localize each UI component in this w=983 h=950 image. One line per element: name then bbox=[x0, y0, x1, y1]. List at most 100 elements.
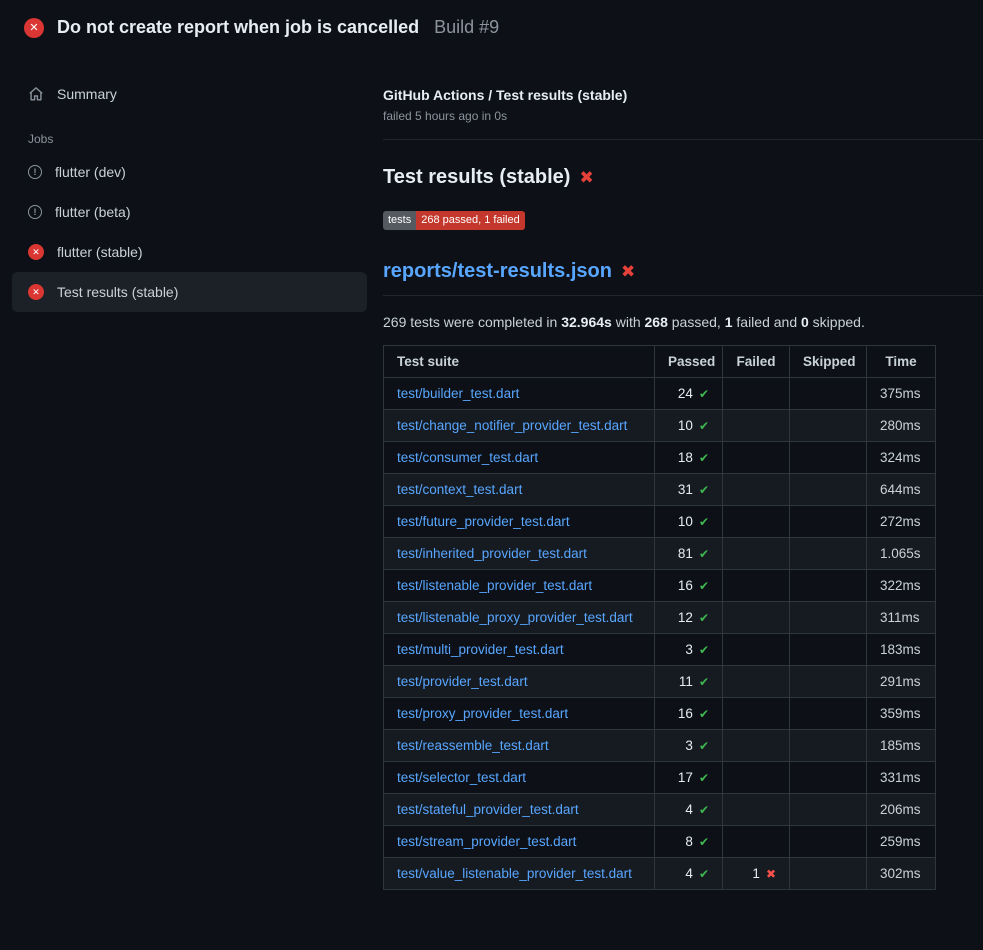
job-label: flutter (beta) bbox=[55, 204, 130, 220]
failed-cell: ✖ bbox=[723, 442, 790, 474]
suite-link[interactable]: test/reassemble_test.dart bbox=[397, 738, 549, 753]
suite-link[interactable]: test/listenable_proxy_provider_test.dart bbox=[397, 610, 633, 625]
skipped-cell bbox=[790, 730, 867, 762]
check-icon: ✔ bbox=[699, 867, 709, 881]
column-header-passed: Passed bbox=[655, 346, 723, 378]
table-row: test/change_notifier_provider_test.dart … bbox=[384, 410, 936, 442]
passed-cell: 3✔ bbox=[655, 634, 723, 666]
suite-link[interactable]: test/multi_provider_test.dart bbox=[397, 642, 564, 657]
check-icon: ✔ bbox=[699, 771, 709, 785]
passed-cell: 4✔ bbox=[655, 858, 723, 890]
time-cell: 302ms bbox=[867, 858, 936, 890]
table-row: test/stateful_provider_test.dart 4✔ ✖ 20… bbox=[384, 794, 936, 826]
suite-link[interactable]: test/selector_test.dart bbox=[397, 770, 526, 785]
page-header: ✕ Do not create report when job is cance… bbox=[0, 0, 983, 52]
failed-cell: ✖ bbox=[723, 474, 790, 506]
suite-link[interactable]: test/stateful_provider_test.dart bbox=[397, 802, 579, 817]
check-icon: ✔ bbox=[699, 675, 709, 689]
suite-link[interactable]: test/listenable_provider_test.dart bbox=[397, 578, 592, 593]
skipped-cell bbox=[790, 602, 867, 634]
suite-link[interactable]: test/future_provider_test.dart bbox=[397, 514, 570, 529]
failed-cell: ✖ bbox=[723, 634, 790, 666]
suite-link[interactable]: test/builder_test.dart bbox=[397, 386, 519, 401]
run-meta: failed 5 hours ago in 0s bbox=[383, 109, 983, 123]
tests-badge: tests 268 passed, 1 failed bbox=[383, 211, 525, 230]
build-number: Build #9 bbox=[434, 17, 499, 38]
skipped-cell bbox=[790, 762, 867, 794]
table-row: test/multi_provider_test.dart 3✔ ✖ 183ms bbox=[384, 634, 936, 666]
check-icon: ✔ bbox=[699, 803, 709, 817]
passed-cell: 17✔ bbox=[655, 762, 723, 794]
suite-link[interactable]: test/context_test.dart bbox=[397, 482, 522, 497]
table-row: test/inherited_provider_test.dart 81✔ ✖ … bbox=[384, 538, 936, 570]
check-icon: ✔ bbox=[699, 419, 709, 433]
suite-link[interactable]: test/provider_test.dart bbox=[397, 674, 528, 689]
suite-link[interactable]: test/value_listenable_provider_test.dart bbox=[397, 866, 632, 881]
skipped-cell bbox=[790, 570, 867, 602]
summary-duration: 32.964s bbox=[561, 314, 612, 330]
section-title-text: Test results (stable) bbox=[383, 166, 570, 189]
section-title: Test results (stable) ✖ bbox=[383, 166, 983, 189]
skipped-cell bbox=[790, 442, 867, 474]
failed-cell: ✖ bbox=[723, 698, 790, 730]
check-icon: ✔ bbox=[699, 451, 709, 465]
time-cell: 311ms bbox=[867, 602, 936, 634]
badge-label: tests bbox=[383, 211, 416, 230]
skipped-cell bbox=[790, 538, 867, 570]
skipped-cell bbox=[790, 506, 867, 538]
job-label: flutter (stable) bbox=[57, 244, 143, 260]
time-cell: 291ms bbox=[867, 666, 936, 698]
failed-cell: ✖ bbox=[723, 570, 790, 602]
report-file-heading[interactable]: reports/test-results.json ✖ bbox=[383, 260, 983, 296]
report-file-link[interactable]: reports/test-results.json bbox=[383, 260, 612, 283]
failed-cell: ✖ bbox=[723, 762, 790, 794]
check-icon: ✔ bbox=[699, 707, 709, 721]
table-row: test/reassemble_test.dart 3✔ ✖ 185ms bbox=[384, 730, 936, 762]
failed-cell: ✖ bbox=[723, 730, 790, 762]
check-icon: ✔ bbox=[699, 515, 709, 529]
passed-cell: 3✔ bbox=[655, 730, 723, 762]
column-header-test-suite: Test suite bbox=[384, 346, 655, 378]
suite-link[interactable]: test/consumer_test.dart bbox=[397, 450, 538, 465]
column-header-failed: Failed bbox=[723, 346, 790, 378]
suite-link[interactable]: test/change_notifier_provider_test.dart bbox=[397, 418, 627, 433]
jobs-section-label: Jobs bbox=[28, 132, 367, 146]
main-content: GitHub Actions / Test results (stable) f… bbox=[383, 52, 983, 890]
cross-mark-icon: ✖ bbox=[621, 263, 635, 280]
skipped-cell bbox=[790, 858, 867, 890]
sidebar-job-item[interactable]: ✕ flutter (stable) bbox=[12, 232, 367, 272]
failed-cell: ✖ bbox=[723, 506, 790, 538]
results-summary: 269 tests were completed in 32.964s with… bbox=[383, 314, 983, 330]
failed-status-icon: ✕ bbox=[28, 284, 44, 300]
failed-cell: ✖ bbox=[723, 826, 790, 858]
suite-link[interactable]: test/inherited_provider_test.dart bbox=[397, 546, 587, 561]
failed-status-icon: ✕ bbox=[24, 18, 44, 38]
table-row: test/future_provider_test.dart 10✔ ✖ 272… bbox=[384, 506, 936, 538]
check-icon: ✔ bbox=[699, 611, 709, 625]
suite-link[interactable]: test/stream_provider_test.dart bbox=[397, 834, 576, 849]
time-cell: 644ms bbox=[867, 474, 936, 506]
suite-link[interactable]: test/proxy_provider_test.dart bbox=[397, 706, 568, 721]
failed-cell: ✖ bbox=[723, 538, 790, 570]
passed-cell: 10✔ bbox=[655, 506, 723, 538]
cross-icon: ✖ bbox=[766, 867, 776, 881]
divider bbox=[383, 139, 983, 140]
page-title: Do not create report when job is cancell… bbox=[57, 17, 419, 38]
skipped-cell bbox=[790, 794, 867, 826]
job-label: Test results (stable) bbox=[57, 284, 178, 300]
sidebar-job-item[interactable]: ! flutter (beta) bbox=[12, 192, 367, 232]
table-row: test/builder_test.dart 24✔ ✖ 375ms bbox=[384, 378, 936, 410]
sidebar-job-item[interactable]: ✕ Test results (stable) bbox=[12, 272, 367, 312]
neutral-status-icon: ! bbox=[28, 205, 42, 219]
summary-text: passed, bbox=[668, 314, 725, 330]
failed-cell: 1✖ bbox=[723, 858, 790, 890]
table-row: test/selector_test.dart 17✔ ✖ 331ms bbox=[384, 762, 936, 794]
summary-text: 269 tests were completed in bbox=[383, 314, 561, 330]
table-row: test/listenable_provider_test.dart 16✔ ✖… bbox=[384, 570, 936, 602]
neutral-status-icon: ! bbox=[28, 165, 42, 179]
skipped-cell bbox=[790, 634, 867, 666]
table-row: test/context_test.dart 31✔ ✖ 644ms bbox=[384, 474, 936, 506]
sidebar-job-item[interactable]: ! flutter (dev) bbox=[12, 152, 367, 192]
home-icon bbox=[28, 86, 44, 102]
sidebar-item-summary[interactable]: Summary bbox=[12, 74, 367, 114]
